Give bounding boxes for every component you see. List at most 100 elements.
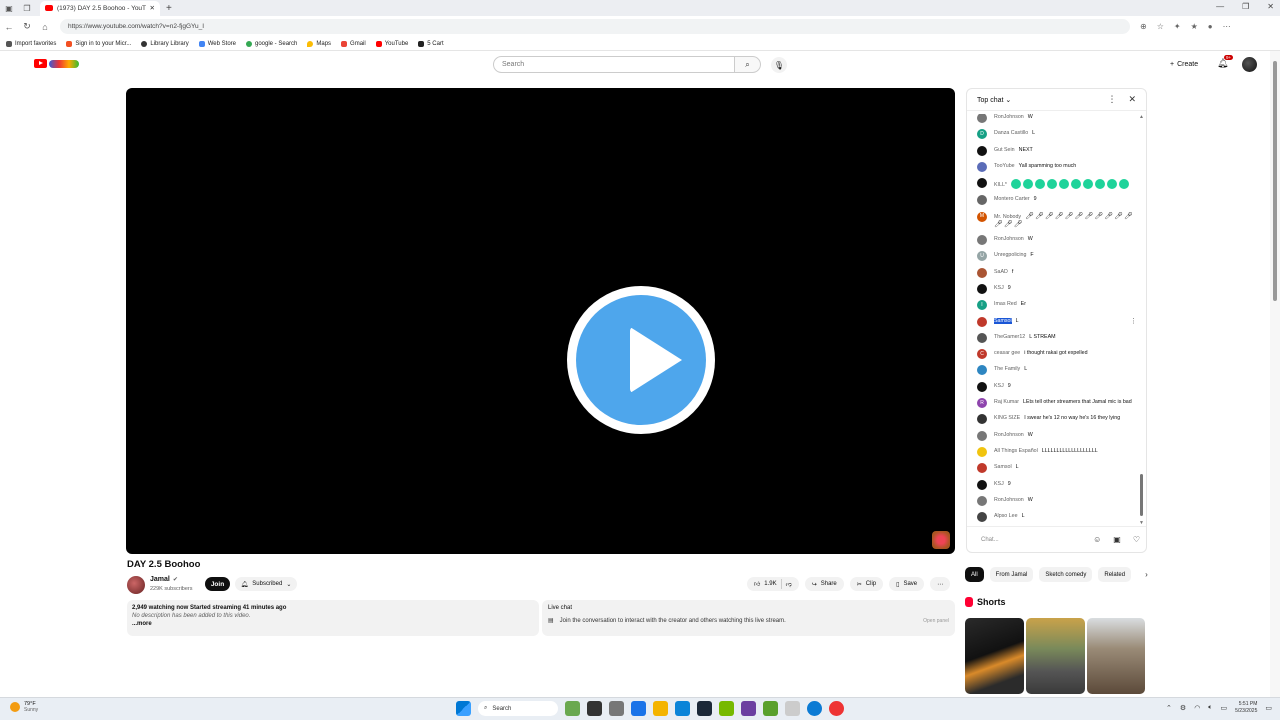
chat-avatar[interactable] <box>977 283 987 294</box>
chat-message[interactable]: RonJohnson W <box>977 430 1139 441</box>
widgets-icon[interactable] <box>565 701 580 716</box>
chat-message[interactable]: Samsol L ⋮ <box>977 316 1139 327</box>
chat-author[interactable]: KING SIZE <box>994 415 1020 421</box>
youtube-logo[interactable] <box>34 59 79 68</box>
top-chat-dropdown[interactable]: Top chat ⌄ <box>977 96 1011 104</box>
chat-author[interactable]: Samsol <box>994 464 1012 470</box>
chat-author[interactable]: Alpso Lee <box>994 513 1018 519</box>
search-button[interactable]: ⌕ <box>735 56 761 73</box>
chat-author[interactable]: RonJohnson <box>994 236 1024 242</box>
chat-avatar[interactable] <box>977 267 987 278</box>
bookmark-item[interactable]: Web Store <box>198 40 236 47</box>
clip-button[interactable]: ✂ Clip <box>849 577 884 591</box>
more-vertical-icon[interactable]: ⋮ <box>1107 94 1116 105</box>
channel-name[interactable]: Jamal ✔ <box>150 576 178 583</box>
chat-message[interactable]: M Mr. Nobody 🎤︎🎤︎🎤︎🎤︎🎤︎🎤︎🎤︎🎤︎🎤︎🎤︎🎤︎🎤︎🎤︎🎤︎ <box>977 211 1139 229</box>
chat-author[interactable]: All Things Español <box>994 448 1038 454</box>
chat-avatar[interactable] <box>977 430 987 441</box>
browser-tab[interactable]: (1973) DAY 2.5 Boohoo - YouTube ✕ <box>40 0 160 16</box>
new-tab-button[interactable]: + <box>166 3 172 14</box>
chat-message[interactable]: TheGamer12 L STREAM <box>977 332 1139 343</box>
tab-actions-icon[interactable]: ❐ <box>18 4 36 13</box>
page-scrollbar[interactable] <box>1270 51 1280 697</box>
more-actions-button[interactable]: ⋯ <box>930 577 951 591</box>
scroll-thumb[interactable] <box>1140 474 1143 516</box>
bookmark-item[interactable]: Library Library <box>141 40 189 47</box>
favorite-star-icon[interactable]: ☆ <box>1157 22 1164 31</box>
close-window-icon[interactable]: ✕ <box>1267 2 1274 11</box>
create-button[interactable]: + Create <box>1170 58 1198 71</box>
bookmark-item[interactable]: google - Search <box>246 40 297 47</box>
message-menu-icon[interactable]: ⋮ <box>1130 318 1137 325</box>
scroll-up-icon[interactable]: ▲ <box>1139 114 1144 120</box>
chat-message[interactable]: RonJohnson W <box>977 495 1139 506</box>
chevron-right-icon[interactable]: › <box>1145 570 1148 579</box>
chat-avatar[interactable] <box>977 114 987 123</box>
menu-dots-icon[interactable]: ⋯ <box>1223 22 1231 31</box>
chat-avatar[interactable]: I <box>977 300 987 311</box>
account-avatar[interactable] <box>1242 57 1257 72</box>
chat-message[interactable]: RonJohnson W <box>977 235 1139 246</box>
chat-author[interactable]: RonJohnson <box>994 432 1024 438</box>
chat-input[interactable]: Chat... ☺ ▣ ♡ <box>967 526 1146 552</box>
chrome-icon[interactable] <box>829 701 844 716</box>
minimize-icon[interactable]: — <box>1216 2 1224 11</box>
chat-author[interactable]: SaAD <box>994 269 1008 275</box>
edge-icon[interactable] <box>807 701 822 716</box>
restore-icon[interactable]: ❐ <box>1242 2 1249 11</box>
join-button[interactable]: Join <box>205 577 230 591</box>
channel-watermark[interactable] <box>932 531 950 549</box>
store-icon[interactable] <box>631 701 646 716</box>
windows-start-icon[interactable] <box>456 701 471 716</box>
chat-author[interactable]: TheGamer12 <box>994 334 1025 340</box>
chat-avatar[interactable]: M <box>977 211 987 222</box>
bookmark-item[interactable]: Import favorites <box>6 40 56 47</box>
wifi-icon[interactable]: ◠ <box>1194 704 1200 712</box>
vim-icon[interactable] <box>763 701 778 716</box>
chat-message[interactable]: I Imas Red Er <box>977 300 1139 311</box>
chat-avatar[interactable] <box>977 235 987 246</box>
chat-author[interactable]: KSJ <box>994 383 1004 389</box>
chat-author[interactable]: Raj Kumar <box>994 399 1019 405</box>
like-icon[interactable]: 👍︎ <box>754 580 760 588</box>
chat-avatar[interactable] <box>977 161 987 172</box>
chat-avatar[interactable] <box>977 316 987 327</box>
file-explorer-icon[interactable] <box>653 701 668 716</box>
chip-related[interactable]: Related <box>1098 567 1132 582</box>
bookmark-item[interactable]: Maps <box>307 40 331 47</box>
chat-messages[interactable]: RonJohnson W D Danza Castillo L Gut Sein NEXT T… <box>967 114 1139 526</box>
nvidia-icon[interactable] <box>719 701 734 716</box>
chat-message[interactable]: D Danza Castillo L <box>977 129 1139 140</box>
emoji-icon[interactable]: ☺ <box>1093 535 1101 544</box>
chat-avatar[interactable]: D <box>977 129 987 140</box>
page-scroll-thumb[interactable] <box>1273 61 1277 301</box>
chat-message[interactable]: Montero Carter 9 <box>977 195 1139 206</box>
chat-avatar[interactable]: R <box>977 398 987 409</box>
chat-message[interactable]: The Family L <box>977 365 1139 376</box>
chat-avatar[interactable] <box>977 145 987 156</box>
chat-avatar[interactable]: C <box>977 349 987 360</box>
chat-message[interactable]: SaAD f <box>977 267 1139 278</box>
chat-avatar[interactable] <box>977 365 987 376</box>
dislike-icon[interactable]: 👎︎ <box>786 580 792 588</box>
workspace-icon[interactable]: ▣ <box>0 4 18 13</box>
home-icon[interactable]: ⌂ <box>36 22 54 32</box>
chat-avatar[interactable] <box>977 479 987 490</box>
taskbar-search[interactable]: ⌕ Search <box>478 701 558 716</box>
chat-author[interactable]: ceasar gee <box>994 350 1020 356</box>
chat-author[interactable]: KILL* <box>994 182 1007 188</box>
back-icon[interactable]: ← <box>0 22 18 32</box>
search-input[interactable]: Search <box>493 56 735 73</box>
chat-message[interactable]: R Raj Kumar LEts tell other streamers that… <box>977 398 1139 409</box>
chat-avatar[interactable] <box>977 463 987 474</box>
volume-icon[interactable]: 🔈︎ <box>1208 704 1212 712</box>
chat-author[interactable]: Mr. Nobody <box>994 214 1021 220</box>
subscribed-button[interactable]: 🔔︎ Subscribed ⌄ <box>235 577 297 591</box>
chat-avatar[interactable] <box>977 332 987 343</box>
chat-author[interactable]: KSJ <box>994 481 1004 487</box>
app-gray-icon[interactable] <box>785 701 800 716</box>
chat-message[interactable]: TooYube Yall spamming too much <box>977 161 1139 172</box>
chat-message[interactable]: KSJ 9 <box>977 381 1139 392</box>
chat-author[interactable]: Imas Red <box>994 301 1017 307</box>
profile-icon[interactable]: ● <box>1208 22 1213 31</box>
